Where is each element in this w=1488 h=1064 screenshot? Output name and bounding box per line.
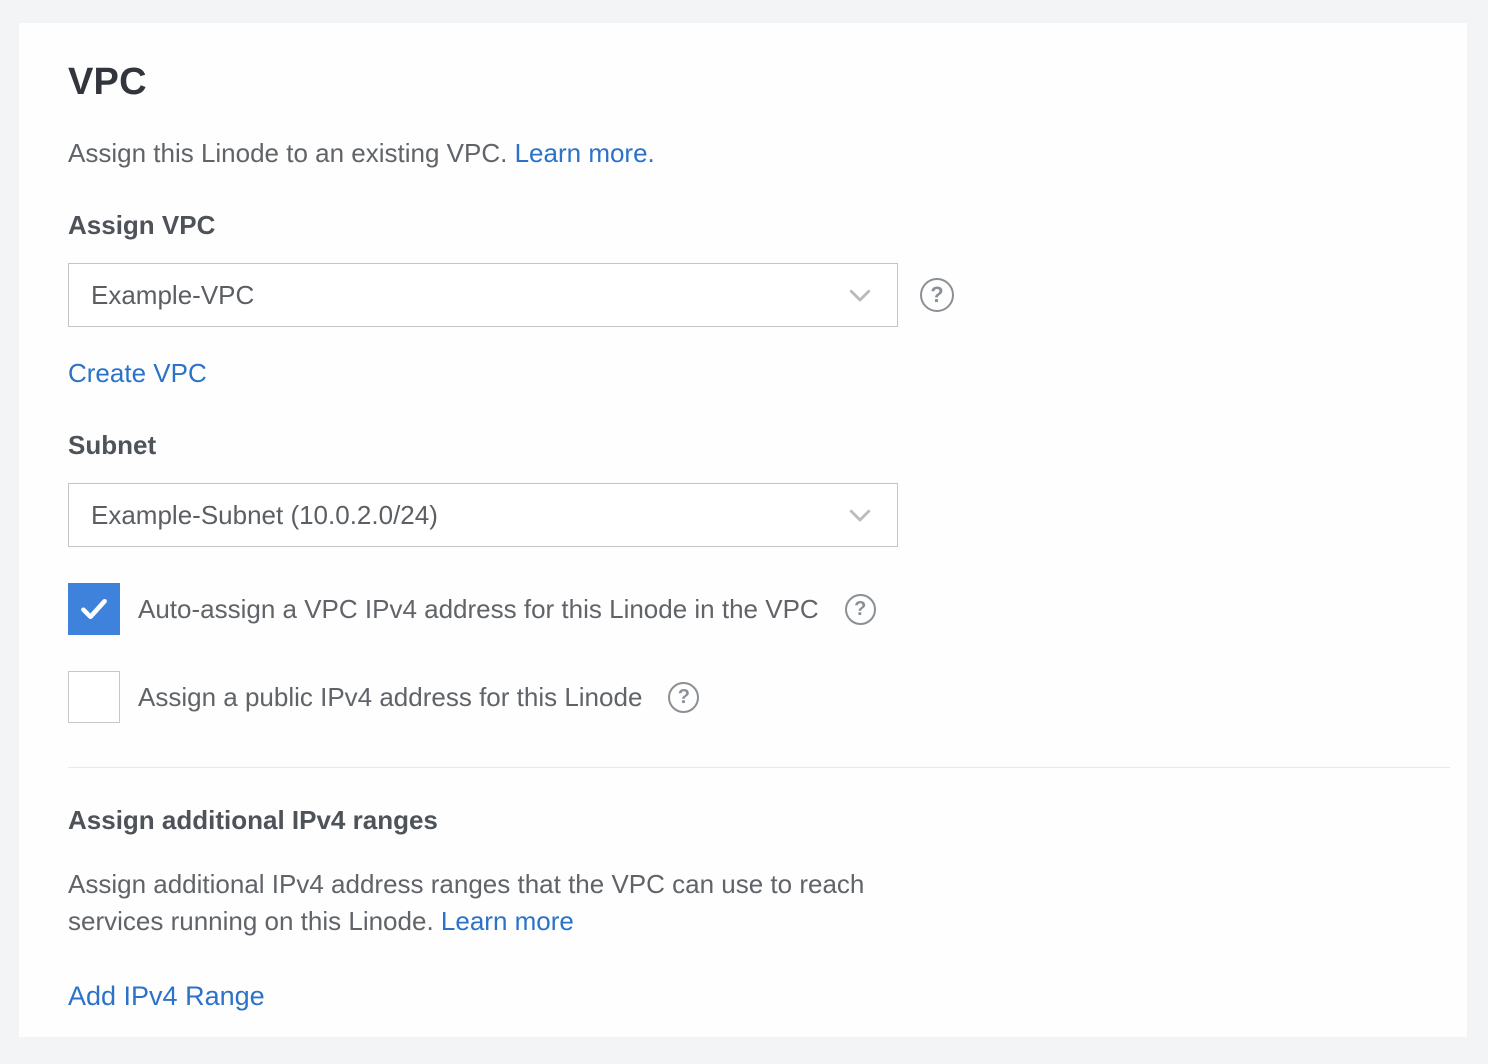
subnet-select[interactable]: Example-Subnet (10.0.2.0/24) <box>68 483 898 547</box>
assign-vpc-select[interactable]: Example-VPC <box>68 263 898 327</box>
ranges-learn-more-link[interactable]: Learn more <box>441 906 574 936</box>
panel-description-text: Assign this Linode to an existing VPC. <box>68 138 507 168</box>
vpc-panel-content: VPC Assign this Linode to an existing VP… <box>19 23 1467 1012</box>
subnet-row: Example-Subnet (10.0.2.0/24) <box>68 483 1450 547</box>
auto-assign-ipv4-checkbox[interactable] <box>68 583 120 635</box>
public-ipv4-help-icon[interactable]: ? <box>668 682 699 713</box>
learn-more-link[interactable]: Learn more. <box>515 138 655 168</box>
subnet-selected-value: Example-Subnet (10.0.2.0/24) <box>91 500 438 531</box>
assign-vpc-help-icon[interactable]: ? <box>920 278 954 312</box>
public-ipv4-checkbox[interactable] <box>68 671 120 723</box>
chevron-down-icon <box>845 500 875 530</box>
checkmark-icon <box>77 592 111 626</box>
subnet-label: Subnet <box>68 429 1450 461</box>
auto-assign-ipv4-row: Auto-assign a VPC IPv4 address for this … <box>68 583 1450 635</box>
vpc-panel: VPC Assign this Linode to an existing VP… <box>19 23 1467 1037</box>
chevron-down-icon <box>845 280 875 310</box>
additional-ranges-description: Assign additional IPv4 address ranges th… <box>68 866 918 940</box>
panel-description: Assign this Linode to an existing VPC. L… <box>68 137 1450 169</box>
create-vpc-link[interactable]: Create VPC <box>68 357 207 389</box>
add-ipv4-range-link[interactable]: Add IPv4 Range <box>68 980 265 1012</box>
auto-assign-ipv4-help-icon[interactable]: ? <box>845 594 876 625</box>
assign-vpc-label: Assign VPC <box>68 209 1450 241</box>
assign-vpc-selected-value: Example-VPC <box>91 280 254 311</box>
assign-vpc-row: Example-VPC ? <box>68 263 1450 327</box>
page-title: VPC <box>68 59 1450 105</box>
section-divider <box>68 767 1450 768</box>
public-ipv4-label[interactable]: Assign a public IPv4 address for this Li… <box>138 682 642 713</box>
public-ipv4-row: Assign a public IPv4 address for this Li… <box>68 671 1450 723</box>
additional-ranges-heading: Assign additional IPv4 ranges <box>68 804 1450 836</box>
auto-assign-ipv4-label[interactable]: Auto-assign a VPC IPv4 address for this … <box>138 594 819 625</box>
